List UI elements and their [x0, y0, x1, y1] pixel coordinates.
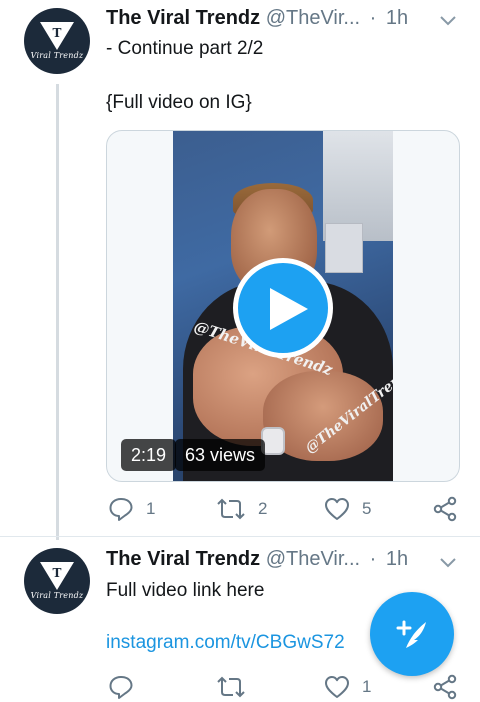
- video-background-poster: [325, 223, 363, 273]
- svg-text:T: T: [53, 566, 62, 580]
- separator-dot: ·: [369, 548, 377, 570]
- tweet-time[interactable]: 1h: [386, 7, 408, 29]
- share-icon: [433, 674, 457, 700]
- avatar[interactable]: T Viral Trendz: [24, 8, 90, 74]
- compose-tweet-button[interactable]: [370, 592, 454, 676]
- avatar-brand-text: Viral Trendz: [30, 591, 84, 600]
- retweet-icon: [217, 676, 245, 698]
- share-button[interactable]: [432, 672, 458, 702]
- reply-button[interactable]: [108, 672, 146, 702]
- retweet-count: 2: [258, 499, 268, 518]
- heart-icon: [325, 676, 349, 698]
- like-count: 1: [362, 677, 372, 696]
- reply-icon: [109, 676, 133, 699]
- play-button[interactable]: [233, 258, 333, 358]
- reply-count: 1: [146, 499, 156, 518]
- video-views-badge: 63 views: [175, 439, 266, 471]
- video-media-card[interactable]: @TheViralTrendz @TheViralTrendz 2:19 63 …: [106, 130, 460, 482]
- tweet-actions: 1: [106, 672, 466, 702]
- logo-triangle-icon: T: [40, 22, 74, 50]
- tweet-actions: 1 2 5: [106, 494, 466, 524]
- logo-triangle-icon: T: [40, 562, 74, 590]
- author-handle[interactable]: @TheVir...: [266, 548, 360, 570]
- tweet-header: The Viral Trendz @TheVir... · 1h: [106, 7, 466, 37]
- chevron-down-icon[interactable]: [438, 14, 458, 28]
- share-button[interactable]: [432, 494, 458, 524]
- avatar[interactable]: T Viral Trendz: [24, 548, 90, 614]
- author-name[interactable]: The Viral Trendz: [106, 548, 260, 570]
- retweet-button[interactable]: [216, 672, 258, 702]
- play-icon: [270, 288, 308, 330]
- video-duration-badge: 2:19: [121, 439, 177, 471]
- like-button[interactable]: 1: [324, 672, 371, 702]
- avatar-brand-text: Viral Trendz: [30, 51, 84, 60]
- retweet-button[interactable]: 2: [216, 494, 267, 524]
- compose-tweet-icon: [396, 620, 426, 648]
- heart-icon: [325, 498, 349, 520]
- tweet-text-line: Full video link here: [106, 580, 265, 601]
- chevron-down-icon[interactable]: [438, 556, 458, 570]
- like-button[interactable]: 5: [324, 494, 371, 524]
- svg-text:T: T: [53, 26, 62, 40]
- tweet-text-line: - Continue part 2/2: [106, 38, 264, 59]
- reply-icon: [109, 498, 133, 521]
- reply-button[interactable]: 1: [108, 494, 155, 524]
- like-count: 5: [362, 499, 372, 518]
- share-icon: [433, 496, 457, 522]
- tweet-time[interactable]: 1h: [386, 548, 408, 570]
- author-handle[interactable]: @TheVir...: [266, 7, 360, 29]
- tweet-divider: [0, 536, 480, 537]
- separator-dot: ·: [369, 7, 377, 29]
- tweet-link[interactable]: instagram.com/tv/CBGwS72: [106, 632, 345, 654]
- retweet-icon: [217, 498, 245, 520]
- tweet-text-line: {Full video on IG}: [106, 92, 252, 113]
- tweet-header: The Viral Trendz @TheVir... · 1h: [106, 548, 466, 578]
- author-name[interactable]: The Viral Trendz: [106, 7, 260, 29]
- thread-connector-line: [56, 84, 59, 540]
